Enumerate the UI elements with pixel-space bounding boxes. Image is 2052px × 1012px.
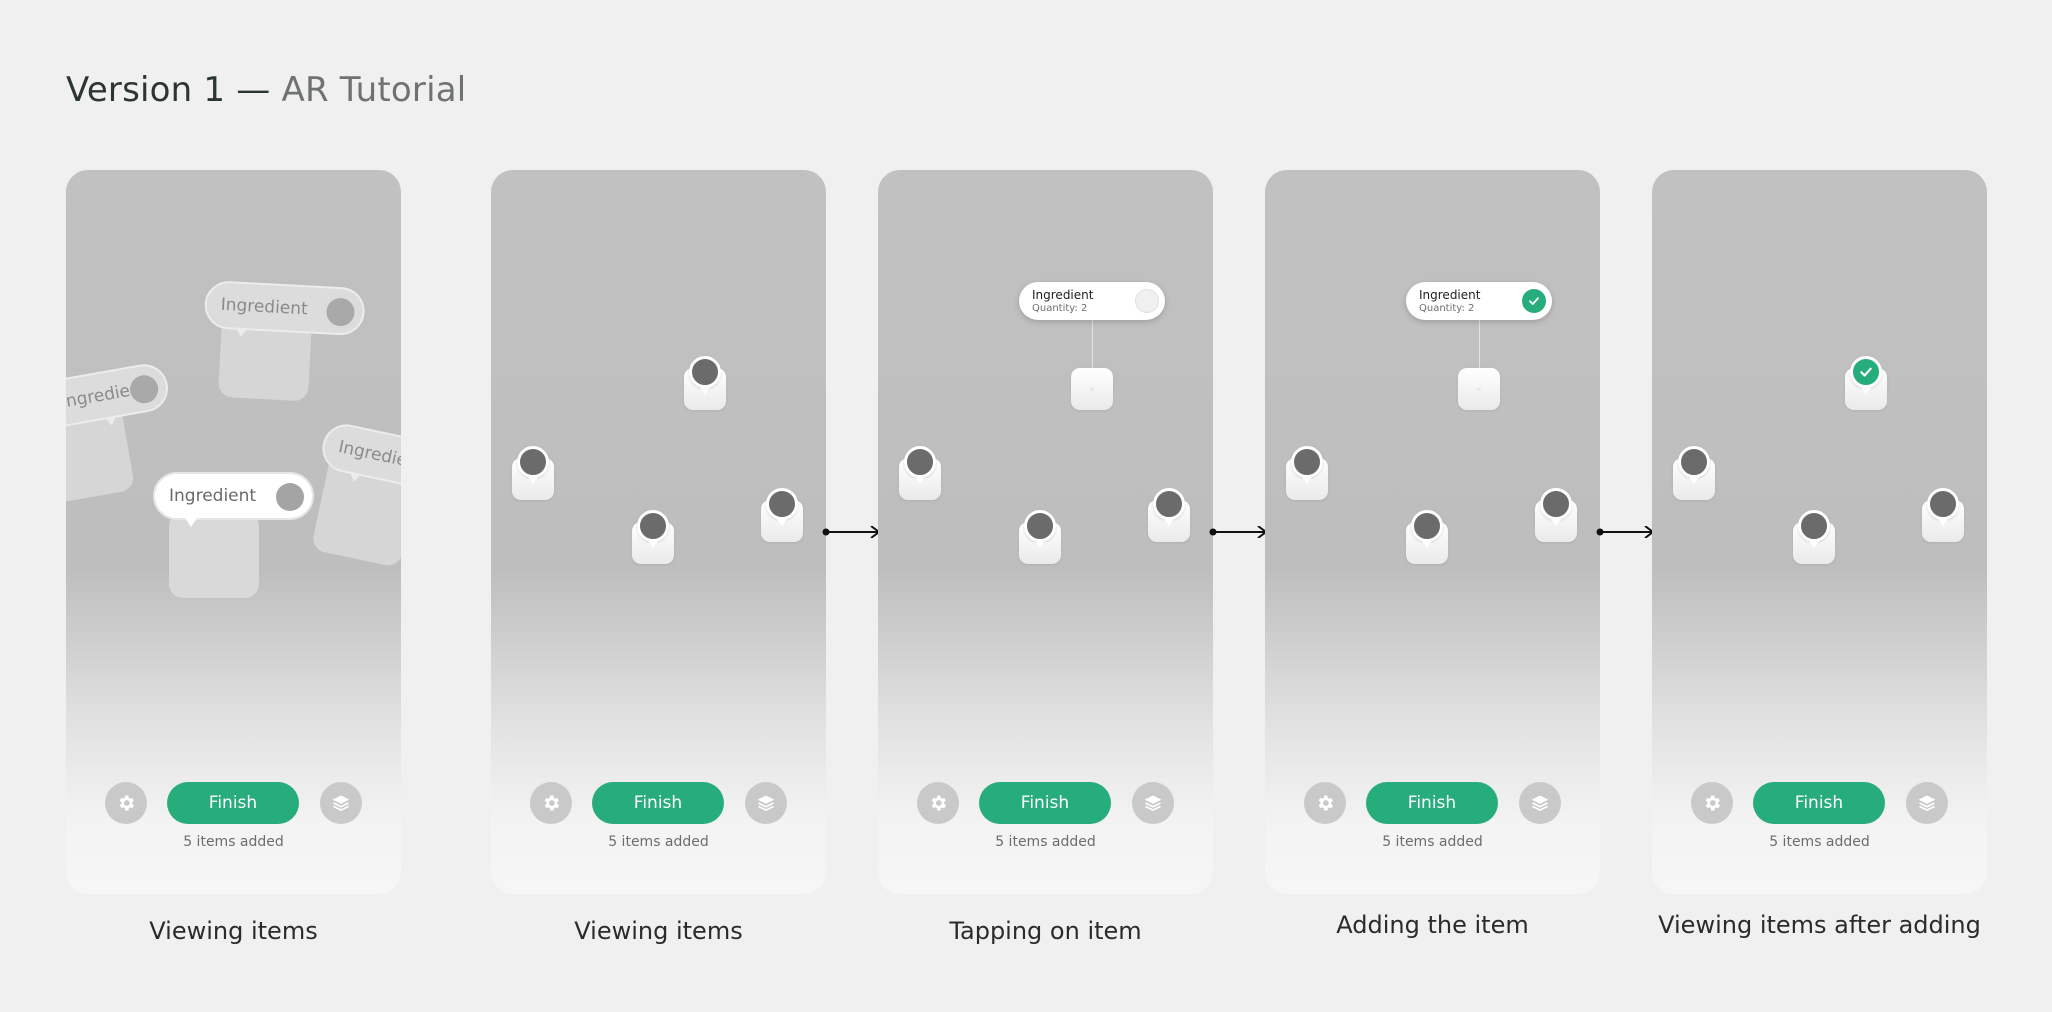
popup-item-name: Ingredient — [1419, 288, 1481, 302]
layers-button[interactable] — [1132, 782, 1174, 824]
layers-icon — [1918, 795, 1936, 812]
ar-item-tile-selected[interactable] — [1458, 368, 1500, 410]
bottom-controls: Finish — [1265, 782, 1600, 824]
bottom-controls: Finish — [491, 782, 826, 824]
finish-button[interactable]: Finish — [592, 782, 724, 824]
gear-icon — [931, 795, 946, 811]
ar-marker-pin[interactable] — [904, 446, 936, 484]
gear-icon — [544, 795, 559, 811]
items-added-count: 5 items added — [1382, 834, 1483, 850]
add-item-toggle[interactable] — [1522, 289, 1546, 313]
layers-button[interactable] — [1906, 782, 1948, 824]
settings-button[interactable] — [105, 782, 147, 824]
ar-marker-pin[interactable] — [1024, 510, 1056, 548]
frame-viewing-items-1: Ingredient Ingredient Ingredient Ingredi… — [66, 170, 401, 894]
flow-arrow-icon — [822, 526, 881, 538]
layers-button[interactable] — [1519, 782, 1561, 824]
popup-item-quantity: Quantity: 2 — [1032, 303, 1088, 314]
page-title-version: Version 1 — [66, 70, 226, 110]
ar-marker-pin[interactable] — [1291, 446, 1323, 484]
layers-button[interactable] — [320, 782, 362, 824]
ar-marker-pin[interactable] — [1678, 446, 1710, 484]
layers-icon — [332, 795, 350, 812]
items-added-count: 5 items added — [183, 834, 284, 850]
finish-button[interactable]: Finish — [979, 782, 1111, 824]
gear-icon — [1705, 795, 1720, 811]
checkmark-icon — [1529, 297, 1539, 305]
gear-icon — [119, 795, 134, 811]
finish-button[interactable]: Finish — [1753, 782, 1885, 824]
frame-viewing-items-2: Finish 5 items added — [491, 170, 826, 894]
ar-label-text: Ingredient — [336, 437, 401, 475]
finish-button[interactable]: Finish — [167, 782, 299, 824]
ar-label-text: Ingredient — [220, 294, 309, 320]
items-added-count: 5 items added — [1769, 834, 1870, 850]
frame-viewing-items-after-adding: Finish 5 items added — [1652, 170, 1987, 894]
flow-arrow-icon — [1209, 526, 1268, 538]
frame-caption: Adding the item — [1336, 911, 1529, 939]
settings-button[interactable] — [1304, 782, 1346, 824]
add-toggle-icon[interactable] — [127, 373, 161, 406]
tile-anchor-dot — [1090, 387, 1094, 391]
popup-item-name: Ingredient — [1032, 288, 1094, 302]
frame-caption: Viewing items — [149, 917, 318, 945]
item-popup[interactable]: Ingredient Quantity: 2 — [1406, 282, 1552, 320]
add-toggle-icon[interactable] — [325, 297, 356, 327]
ar-marker-pin[interactable] — [766, 488, 798, 526]
items-added-count: 5 items added — [608, 834, 709, 850]
settings-button[interactable] — [917, 782, 959, 824]
ar-marker-pin[interactable] — [1411, 510, 1443, 548]
settings-button[interactable] — [530, 782, 572, 824]
page-title: Version 1 — AR Tutorial — [66, 70, 466, 110]
flow-arrow-icon — [1596, 526, 1655, 538]
ar-marker-pin[interactable] — [637, 510, 669, 548]
page-title-subtitle: AR Tutorial — [281, 70, 467, 110]
layers-icon — [1144, 795, 1162, 812]
frame-tapping-on-item: Ingredient Quantity: 2 Finish 5 items ad… — [878, 170, 1213, 894]
ar-label-bubble[interactable]: Ingredient — [203, 280, 366, 338]
bottom-controls: Finish — [66, 782, 401, 824]
add-item-toggle[interactable] — [1135, 289, 1159, 313]
frame-adding-the-item: Ingredient Quantity: 2 Finish 5 items ad… — [1265, 170, 1600, 894]
page-title-separator: — — [236, 70, 271, 110]
frame-caption: Viewing items after adding — [1658, 911, 1981, 939]
items-added-count: 5 items added — [995, 834, 1096, 850]
ar-item-tile-selected[interactable] — [1071, 368, 1113, 410]
add-toggle-icon[interactable] — [276, 483, 304, 511]
item-popup[interactable]: Ingredient Quantity: 2 — [1019, 282, 1165, 320]
bottom-controls: Finish — [878, 782, 1213, 824]
layers-icon — [1531, 795, 1549, 812]
ar-marker-pin[interactable] — [1927, 488, 1959, 526]
bottom-controls: Finish — [1652, 782, 1987, 824]
layers-icon — [757, 795, 775, 812]
ar-marker-pin-added[interactable] — [1850, 356, 1882, 394]
bubble-tail — [235, 327, 248, 338]
checkmark-icon — [1860, 367, 1872, 377]
ar-marker-pin[interactable] — [689, 356, 721, 394]
settings-button[interactable] — [1691, 782, 1733, 824]
bubble-tail — [185, 518, 197, 527]
ar-item-card — [169, 512, 259, 598]
ar-marker-pin[interactable] — [517, 446, 549, 484]
gear-icon — [1318, 795, 1333, 811]
layers-button[interactable] — [745, 782, 787, 824]
ar-label-text: Ingredient — [169, 486, 257, 506]
finish-button[interactable]: Finish — [1366, 782, 1498, 824]
tile-anchor-dot — [1477, 387, 1481, 391]
ar-marker-pin[interactable] — [1540, 488, 1572, 526]
frame-caption: Tapping on item — [949, 917, 1142, 945]
ar-marker-pin[interactable] — [1798, 510, 1830, 548]
ar-marker-pin[interactable] — [1153, 488, 1185, 526]
frame-caption: Viewing items — [574, 917, 743, 945]
popup-item-quantity: Quantity: 2 — [1419, 303, 1475, 314]
ar-label-bubble[interactable]: Ingredient — [153, 472, 314, 527]
